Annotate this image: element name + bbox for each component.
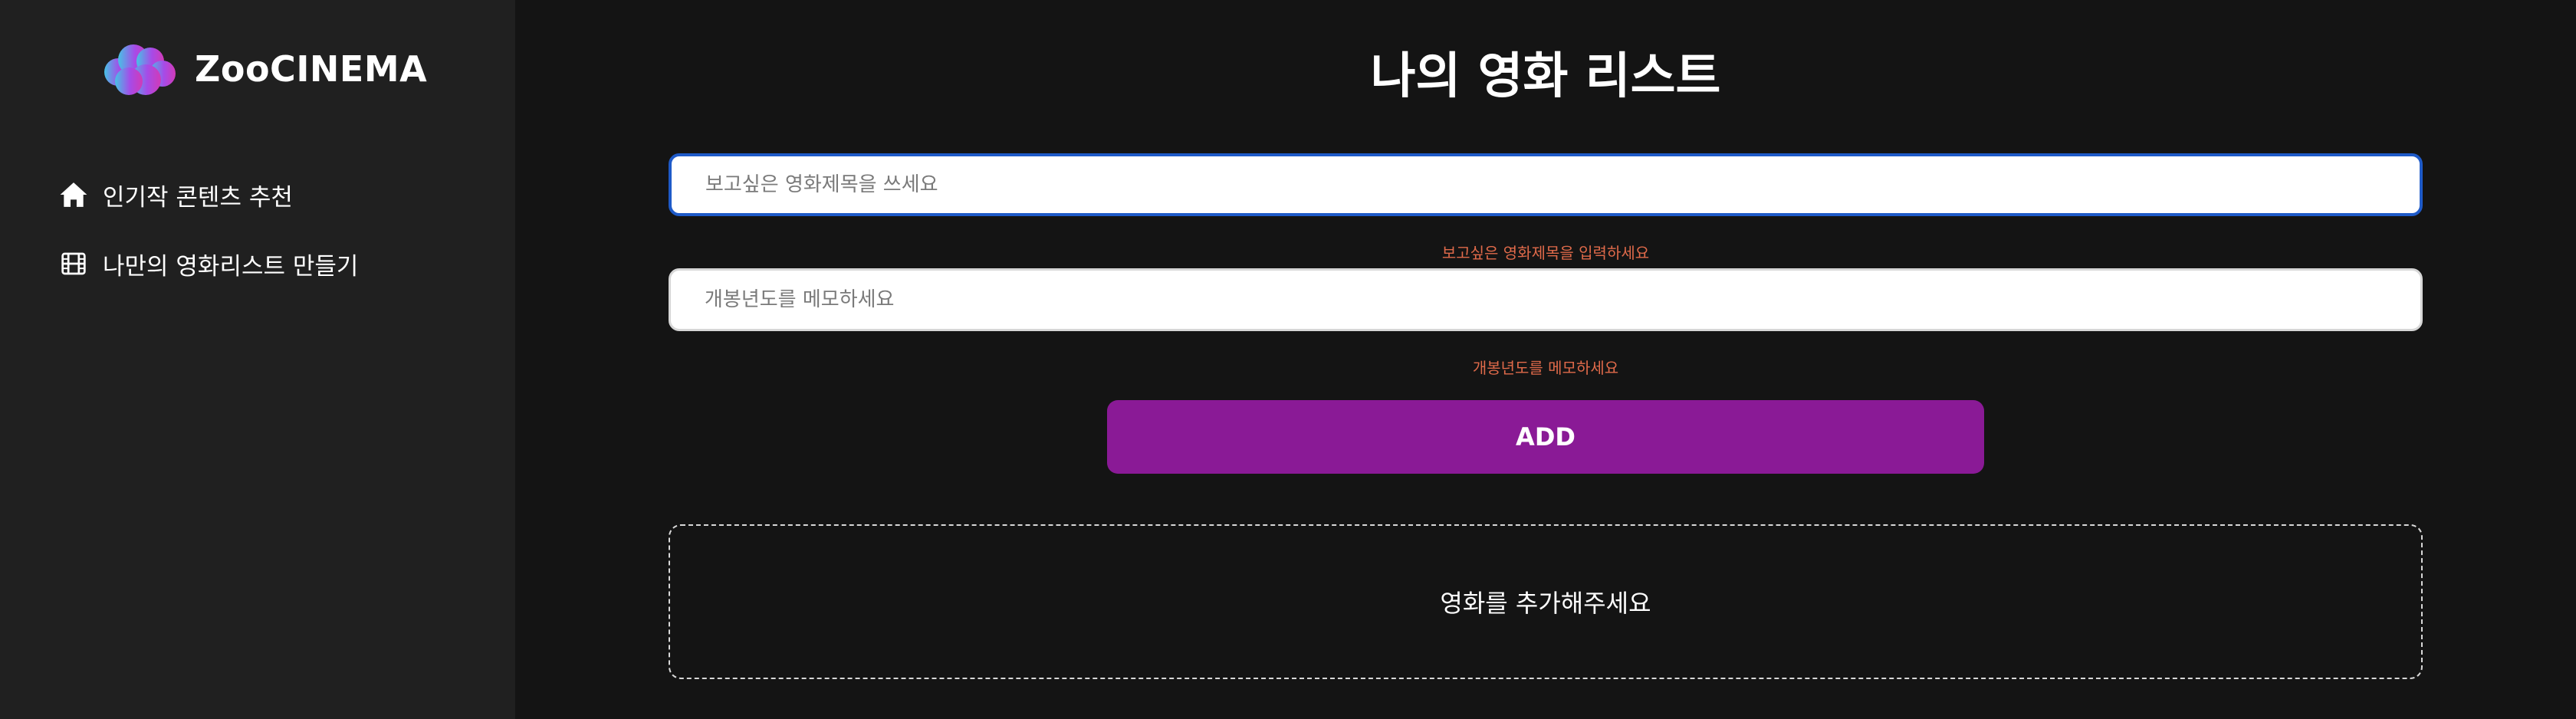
main-content: 나의 영화 리스트 보고싶은 영화제목을 입력하세요 개봉년도를 메모하세요 A… [515,0,2576,719]
page-title: 나의 영화 리스트 [1370,48,1721,105]
sidebar-item-label: 나만의 영화리스트 만들기 [103,252,359,281]
cloud-logo-icon [104,44,176,95]
home-icon [58,179,89,210]
film-icon [58,248,89,279]
empty-message: 영화를 추가해주세요 [1440,589,1651,618]
movie-list-empty-state: 영화를 추가해주세요 [669,524,2423,679]
sidebar-item-my-list[interactable]: 나만의 영화리스트 만들기 [58,241,488,287]
sidebar: ZooCINEMA 인기작 콘텐츠 추천 나만의 영화리스트 만들기 [0,0,515,719]
sidebar-item-popular[interactable]: 인기작 콘텐츠 추천 [58,172,488,218]
movie-title-input[interactable] [669,153,2423,216]
add-button[interactable]: ADD [1107,400,1984,474]
sidebar-item-label: 인기작 콘텐츠 추천 [103,183,293,212]
release-year-error: 개봉년도를 메모하세요 [1472,359,1619,377]
release-year-input[interactable] [669,268,2423,331]
sidebar-nav: 인기작 콘텐츠 추천 나만의 영화리스트 만들기 [58,172,488,310]
movie-title-error: 보고싶은 영화제목을 입력하세요 [1441,244,1650,262]
brand-name: ZooCINEMA [195,48,428,90]
brand[interactable]: ZooCINEMA [101,41,427,97]
app-root: ZooCINEMA 인기작 콘텐츠 추천 나만의 영화리스트 만들기 나의 영화… [0,0,2576,719]
